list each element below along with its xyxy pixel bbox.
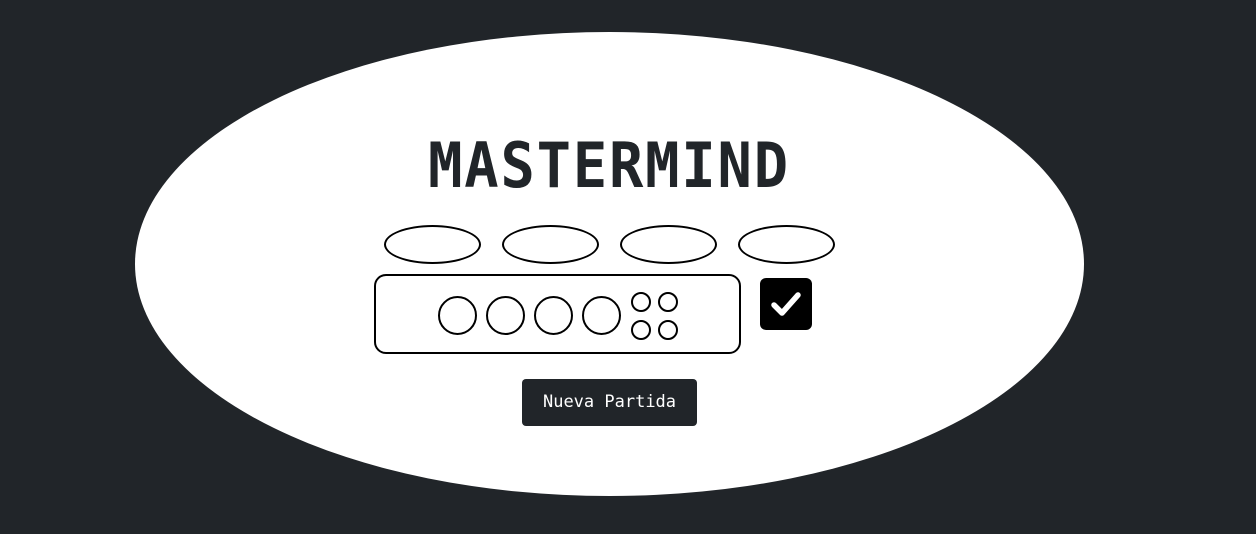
- color-slot-3[interactable]: [620, 225, 717, 264]
- new-game-button[interactable]: Nueva Partida: [522, 379, 697, 426]
- color-slot-1[interactable]: [384, 225, 481, 264]
- check-icon: [771, 292, 801, 316]
- guess-peg-1[interactable]: [438, 296, 477, 335]
- guess-peg-4[interactable]: [582, 296, 621, 335]
- guess-peg-2[interactable]: [486, 296, 525, 335]
- game-stage: MASTERMIND Nueva Partida: [0, 0, 1256, 534]
- hint-peg-2: [658, 292, 678, 312]
- guess-row: [374, 274, 741, 354]
- game-title: MASTERMIND: [428, 129, 790, 202]
- color-slot-4[interactable]: [738, 225, 835, 264]
- color-selector-row: [384, 225, 835, 264]
- hint-peg-4: [658, 320, 678, 340]
- guess-peg-3[interactable]: [534, 296, 573, 335]
- hint-peg-1: [631, 292, 651, 312]
- hint-peg-3: [631, 320, 651, 340]
- check-guess-button[interactable]: [760, 278, 812, 330]
- game-board: [135, 32, 1084, 496]
- color-slot-2[interactable]: [502, 225, 599, 264]
